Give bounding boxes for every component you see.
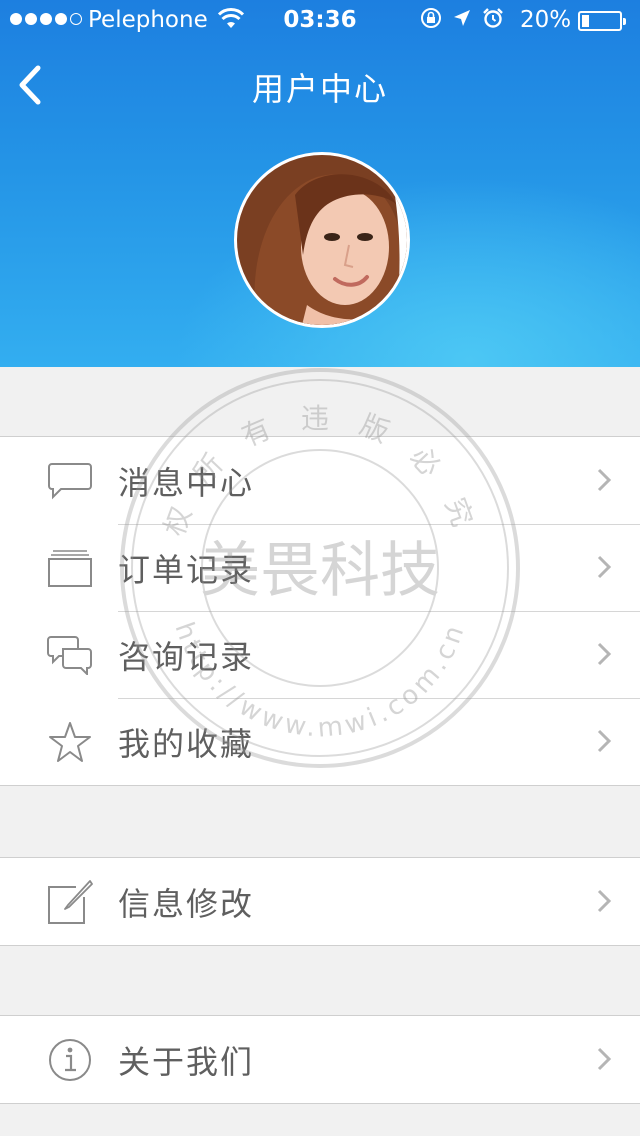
chat-bubbles-icon (46, 631, 94, 679)
info-icon (46, 1036, 94, 1084)
page-title: 用户中心 (251, 70, 388, 108)
battery-percentage: 20% (520, 7, 572, 33)
avatar-portrait-image (237, 155, 407, 325)
chevron-right-icon (597, 1047, 612, 1071)
chevron-right-icon (597, 555, 612, 579)
message-icon (46, 457, 94, 505)
rotation-lock-icon (421, 8, 441, 28)
battery-icon (578, 11, 626, 31)
menu-item-label: 关于我们 (118, 1042, 255, 1081)
menu-item-label: 我的收藏 (118, 724, 255, 763)
location-arrow-icon (454, 10, 470, 26)
menu-group-profile: 信息修改 (0, 857, 640, 946)
menu-item-consultation-history[interactable]: 咨询记录 (0, 611, 640, 698)
avatar[interactable] (234, 152, 410, 328)
chevron-right-icon (597, 889, 612, 913)
menu-item-label: 咨询记录 (118, 637, 255, 676)
star-icon (46, 718, 94, 766)
menu-item-label: 信息修改 (118, 884, 255, 923)
menu-item-favorites[interactable]: 我的收藏 (0, 698, 640, 785)
profile-header: Pelephone 03:36 20% 用户中心 (0, 0, 640, 367)
alarm-icon (483, 8, 503, 28)
menu-item-label: 消息中心 (118, 463, 255, 502)
chevron-right-icon (597, 468, 612, 492)
edit-icon (46, 878, 94, 926)
chevron-right-icon (597, 729, 612, 753)
menu-group-primary: 消息中心 订单记录 咨询记录 我的收藏 (0, 436, 640, 786)
menu-item-about-us[interactable]: 关于我们 (0, 1016, 640, 1103)
folder-icon (46, 544, 94, 592)
menu-group-about: 关于我们 (0, 1015, 640, 1104)
menu-item-order-history[interactable]: 订单记录 (0, 524, 640, 611)
chevron-right-icon (597, 642, 612, 666)
menu-item-message-center[interactable]: 消息中心 (0, 437, 640, 524)
menu-item-label: 订单记录 (118, 550, 255, 589)
status-bar: Pelephone 03:36 20% (0, 0, 640, 40)
menu-item-edit-info[interactable]: 信息修改 (0, 858, 640, 945)
